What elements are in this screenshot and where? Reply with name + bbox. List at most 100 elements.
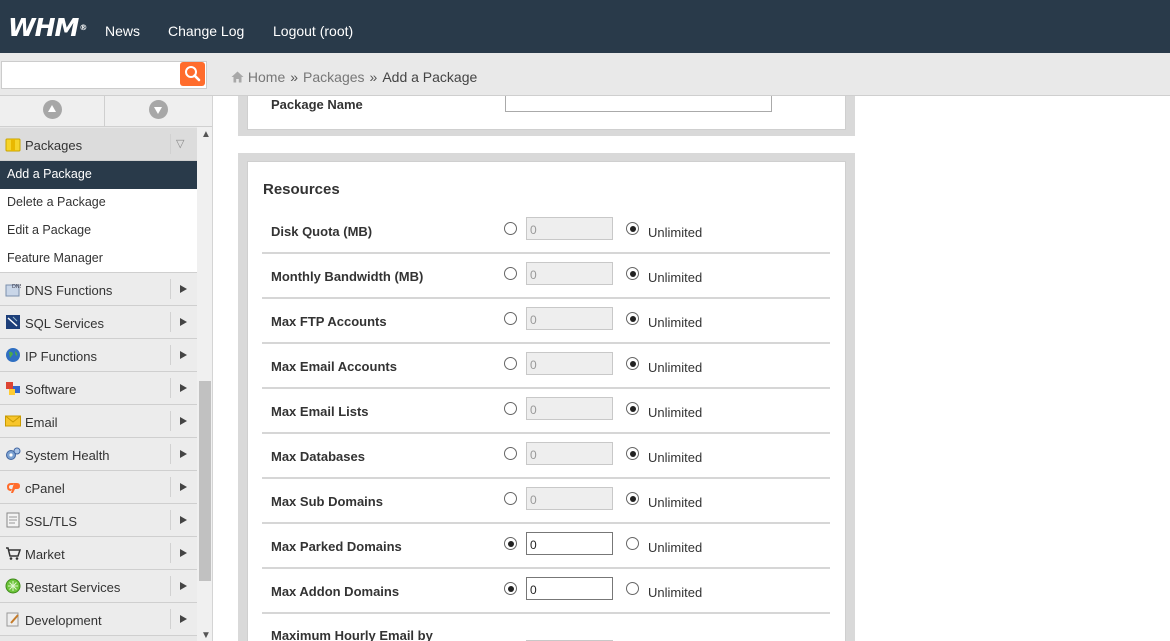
sidebar-section-cpanel[interactable]: cPanel (0, 471, 197, 504)
search-button[interactable] (180, 62, 205, 86)
resources-panel: Resources Disk Quota (MB) 0 Unlimited Mo… (238, 153, 855, 641)
unlimited-label: Unlimited (648, 315, 703, 330)
scrollbar-up-icon[interactable]: ▲ (201, 129, 211, 140)
limit-radio[interactable] (504, 312, 517, 325)
main-content: Package Name Resources Disk Quota (MB) 0… (213, 96, 1170, 641)
limit-value-input[interactable]: 0 (526, 487, 613, 510)
limit-radio[interactable] (504, 492, 517, 505)
breadcrumb-separator: » (290, 69, 299, 85)
packages-icon (5, 138, 21, 152)
sidebar-item-feature-manager[interactable]: Feature Manager (0, 245, 197, 273)
home-icon (231, 71, 244, 83)
limit-radio[interactable] (504, 402, 517, 415)
unlimited-label: Unlimited (648, 585, 703, 600)
sidebar-section-dns-functions[interactable]: DNS DNS Functions (0, 273, 197, 306)
limit-radio[interactable] (504, 537, 517, 550)
sidebar-section-market[interactable]: Market (0, 537, 197, 570)
unlimited-radio[interactable] (626, 537, 639, 550)
resources-title: Resources (263, 181, 340, 198)
dns-icon: DNS (5, 284, 21, 297)
envelope-icon (5, 415, 21, 427)
sidebar-section-ssl-tls[interactable]: SSL/TLS (0, 504, 197, 537)
svg-text:DNS: DNS (12, 284, 21, 290)
sidebar-section-software[interactable]: Software (0, 372, 197, 405)
sidebar-section-ip-functions[interactable]: IP Functions (0, 339, 197, 372)
unlimited-label: Unlimited (648, 540, 703, 555)
limit-value-input[interactable]: 0 (526, 397, 613, 420)
whm-logo[interactable]: WHM® (8, 14, 87, 42)
breadcrumb-bar: Home» Packages» Add a Package (213, 53, 1170, 96)
unlimited-radio[interactable] (626, 222, 639, 235)
limit-radio[interactable] (504, 222, 517, 235)
package-name-input[interactable] (505, 96, 772, 112)
unlimited-radio[interactable] (626, 357, 639, 370)
search-input[interactable] (1, 61, 207, 89)
limit-value-input[interactable]: 0 (526, 262, 613, 285)
unlimited-label: Unlimited (648, 225, 703, 240)
unlimited-radio[interactable] (626, 267, 639, 280)
resource-row-disk-quota: Disk Quota (MB) 0 Unlimited (262, 209, 830, 254)
sidebar-item-delete-package[interactable]: Delete a Package (0, 189, 197, 217)
chevron-right-icon (180, 285, 187, 293)
resource-label: Disk Quota (MB) (271, 224, 373, 239)
scrollbar-down-icon[interactable]: ▼ (201, 630, 211, 641)
resource-row-max-databases: Max Databases 0 Unlimited (262, 434, 830, 479)
search-icon (185, 66, 201, 82)
chevron-right-icon (180, 516, 187, 524)
limit-value-input[interactable]: 0 (526, 217, 613, 240)
globe-icon (6, 348, 20, 362)
scroll-down-icon[interactable] (149, 100, 168, 119)
chevron-right-icon (180, 615, 187, 623)
software-icon (6, 382, 20, 395)
sidebar-section-packages[interactable]: Packages ▽ (0, 128, 197, 161)
sidebar-section-email[interactable]: Email (0, 405, 197, 438)
sidebar-section-system-health[interactable]: System Health (0, 438, 197, 471)
limit-value-input[interactable]: 0 (526, 352, 613, 375)
resource-row-monthly-bandwidth: Monthly Bandwidth (MB) 0 Unlimited (262, 254, 830, 299)
divider (104, 96, 105, 127)
sidebar-item-edit-package[interactable]: Edit a Package (0, 217, 197, 245)
divider (170, 134, 171, 154)
change-log-link[interactable]: Change Log (168, 23, 244, 39)
resource-label: Max Email Lists (271, 404, 369, 419)
unlimited-radio[interactable] (626, 402, 639, 415)
limit-value-input[interactable]: 0 (526, 442, 613, 465)
resource-row-max-addon-domains: Max Addon Domains 0 Unlimited (262, 569, 830, 614)
unlimited-radio[interactable] (626, 447, 639, 460)
chevron-down-icon: ▽ (176, 138, 185, 150)
resource-label: Max Databases (271, 449, 365, 464)
sidebar-section-restart-services[interactable]: Restart Services (0, 570, 197, 603)
unlimited-radio[interactable] (626, 492, 639, 505)
sidebar-scrollbar[interactable]: ▲ ▼ (197, 127, 212, 641)
limit-value-input[interactable]: 0 (526, 577, 613, 600)
news-link[interactable]: News (105, 23, 140, 39)
package-name-label: Package Name (271, 97, 363, 112)
limit-radio[interactable] (504, 447, 517, 460)
certificate-icon (6, 512, 20, 528)
unlimited-radio[interactable] (626, 312, 639, 325)
logout-link[interactable]: Logout (root) (273, 23, 353, 39)
sidebar-menu: Packages ▽ Add a Package Delete a Packag… (0, 128, 197, 636)
scrollbar-thumb[interactable] (199, 381, 211, 581)
sidebar-section-sql-services[interactable]: SQL Services (0, 306, 197, 339)
sql-icon (6, 315, 20, 329)
package-name-panel: Package Name (238, 96, 855, 136)
limit-value-input[interactable]: 0 (526, 307, 613, 330)
scroll-up-icon[interactable] (43, 100, 62, 119)
breadcrumb-home[interactable]: Home (248, 69, 285, 85)
chevron-right-icon (180, 549, 187, 557)
breadcrumb-packages[interactable]: Packages (303, 69, 364, 85)
sidebar-item-add-package[interactable]: Add a Package (0, 161, 197, 189)
limit-radio[interactable] (504, 582, 517, 595)
limit-radio[interactable] (504, 357, 517, 370)
limit-value-input[interactable]: 0 (526, 532, 613, 555)
chevron-right-icon (180, 450, 187, 458)
resource-label: Max FTP Accounts (271, 314, 387, 329)
limit-radio[interactable] (504, 267, 517, 280)
chevron-right-icon (180, 417, 187, 425)
sidebar-section-development[interactable]: Development (0, 603, 197, 636)
resource-row-max-parked-domains: Max Parked Domains 0 Unlimited (262, 524, 830, 569)
divider (170, 378, 171, 398)
unlimited-radio[interactable] (626, 582, 639, 595)
unlimited-label: Unlimited (648, 495, 703, 510)
